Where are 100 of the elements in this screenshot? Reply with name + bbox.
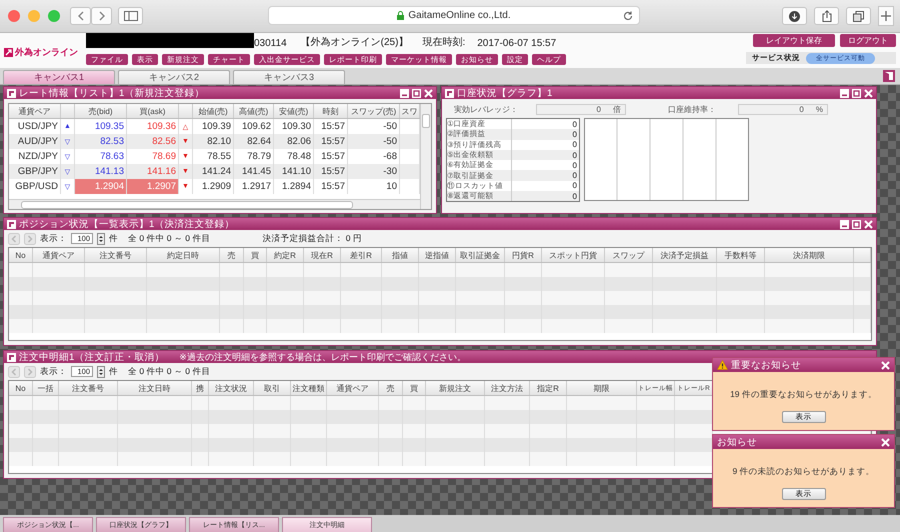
panel-title-bar[interactable]: ポジション状況【一覧表示】1（決済注文登録）: [4, 218, 876, 230]
column-header[interactable]: 売(bid): [75, 104, 127, 118]
column-header[interactable]: 新規注文: [426, 381, 485, 395]
table-cell: -50: [348, 134, 400, 149]
header-action-button[interactable]: ログアウト: [840, 34, 896, 47]
spinner-icon[interactable]: [97, 232, 105, 244]
column-header[interactable]: 始値(売): [193, 104, 234, 118]
record-range: 全 0 件中 0 ～ 0 件目: [128, 232, 210, 244]
column-header[interactable]: No: [9, 381, 33, 395]
layout-icon[interactable]: [883, 70, 895, 82]
minimize-icon[interactable]: [840, 220, 849, 228]
column-header[interactable]: 買: [244, 248, 267, 262]
column-header[interactable]: 指定R: [530, 381, 567, 395]
share-button[interactable]: [814, 7, 839, 25]
bid-price[interactable]: 82.53: [75, 134, 127, 149]
column-header[interactable]: 売: [379, 381, 403, 395]
reload-icon[interactable]: [623, 11, 633, 21]
column-header[interactable]: 注文日時: [118, 381, 192, 395]
maximize-icon[interactable]: [412, 88, 421, 98]
column-header[interactable]: 約定日時: [147, 248, 220, 262]
download-button[interactable]: [782, 7, 807, 25]
table-cell: 141.10: [274, 164, 314, 179]
column-header[interactable]: 買: [403, 381, 426, 395]
vertical-scrollbar[interactable]: [420, 104, 431, 209]
maximize-icon[interactable]: [852, 88, 861, 98]
column-header[interactable]: 時刻: [314, 104, 348, 118]
column-header[interactable]: 取引: [254, 381, 291, 395]
column-header[interactable]: 現在R: [304, 248, 341, 262]
canvas-tab[interactable]: キャンバス2: [118, 70, 230, 84]
close-icon[interactable]: [881, 360, 890, 370]
table-cell: 1.2917: [234, 179, 274, 194]
column-header[interactable]: 注文番号: [59, 381, 118, 395]
column-header[interactable]: 一括: [33, 381, 59, 395]
canvas-tab[interactable]: キャンバス3: [233, 70, 345, 84]
logo-text: 外為オンライン: [15, 46, 78, 59]
column-header[interactable]: 注文種類: [291, 381, 327, 395]
column-header[interactable]: 差引R: [341, 248, 382, 262]
column-header[interactable]: 決済期限: [765, 248, 854, 262]
panel-title: ポジション状況【一覧表示】1（決済注文登録）: [19, 218, 234, 230]
sidebar-button[interactable]: [118, 7, 143, 25]
table-cell: 1.2894: [274, 179, 314, 194]
forward-button[interactable]: [91, 7, 112, 25]
minimize-icon[interactable]: [400, 88, 409, 98]
column-header[interactable]: 決済予定損益: [653, 248, 717, 262]
column-header[interactable]: 携: [192, 381, 209, 395]
table-cell: -30: [348, 164, 400, 179]
column-header[interactable]: スワップ(売): [348, 104, 400, 118]
panel-title-bar[interactable]: 口座状況【グラフ】1: [442, 87, 876, 99]
logo-icon: [4, 48, 13, 57]
column-header[interactable]: 注文状況: [209, 381, 254, 395]
column-header[interactable]: No: [9, 248, 33, 262]
column-header[interactable]: 通貨ペア: [327, 381, 379, 395]
window-icon: [7, 88, 16, 98]
tabs-button[interactable]: [846, 7, 871, 25]
close-icon[interactable]: [881, 438, 890, 446]
close-icon[interactable]: [864, 88, 873, 98]
notice-message: 9 件の未読のお知らせがあります。: [732, 466, 875, 478]
chevron-left-icon: [76, 11, 84, 21]
header-action-button[interactable]: レイアウト保存: [753, 34, 835, 47]
table-cell: 15:57: [314, 164, 348, 179]
column-header[interactable]: 手数料等: [717, 248, 765, 262]
panel-title: 口座状況【グラフ】1: [457, 87, 552, 100]
close-icon[interactable]: [424, 88, 433, 98]
spinner-icon[interactable]: [97, 366, 105, 378]
close-icon[interactable]: [864, 220, 873, 228]
table-cell: 141.24: [193, 164, 234, 179]
column-header[interactable]: 円貨R: [505, 248, 542, 262]
column-header[interactable]: 指値: [382, 248, 419, 262]
panel-title-bar[interactable]: レート情報【リスト】1（新規注文登録）: [4, 87, 436, 99]
table-cell: 1.2909: [193, 179, 234, 194]
new-tab-button[interactable]: [878, 6, 894, 26]
table-cell: 82.06: [274, 134, 314, 149]
address-field[interactable]: GaitameOnline co.,Ltd.: [268, 6, 640, 25]
table-cell: 141.45: [234, 164, 274, 179]
panel-title: レート情報【リスト】1（新規注文登録）: [19, 87, 204, 100]
column-header[interactable]: 通貨ペア: [33, 248, 85, 262]
column-header[interactable]: 逆指値: [419, 248, 456, 262]
column-header[interactable]: 期限: [567, 381, 637, 395]
column-header[interactable]: 注文方法: [485, 381, 530, 395]
back-button[interactable]: [70, 7, 91, 25]
window-icon: [445, 88, 454, 98]
column-header[interactable]: 買(ask): [127, 104, 179, 118]
column-header[interactable]: 通貨ペア: [9, 104, 61, 118]
table-cell: 15:57: [314, 134, 348, 149]
canvas-tab[interactable]: キャンバス1: [3, 70, 115, 84]
column-header[interactable]: スワップ: [605, 248, 653, 262]
summary-value: 0: [572, 140, 578, 150]
column-header[interactable]: 安値(売): [274, 104, 314, 118]
column-header[interactable]: 高値(売): [234, 104, 274, 118]
column-header[interactable]: 売: [220, 248, 244, 262]
table-cell: GBP/USD: [9, 179, 61, 194]
maximize-icon[interactable]: [852, 220, 861, 228]
summary-value: 0: [572, 192, 578, 201]
minimize-icon[interactable]: [840, 88, 849, 98]
horizontal-scrollbar[interactable]: [9, 199, 420, 209]
column-header[interactable]: スポット円貨: [542, 248, 605, 262]
column-header[interactable]: 約定R: [267, 248, 304, 262]
table-cell: 82.10: [193, 134, 234, 149]
column-header[interactable]: 取引証拠金: [456, 248, 505, 262]
column-header[interactable]: 注文番号: [85, 248, 147, 262]
